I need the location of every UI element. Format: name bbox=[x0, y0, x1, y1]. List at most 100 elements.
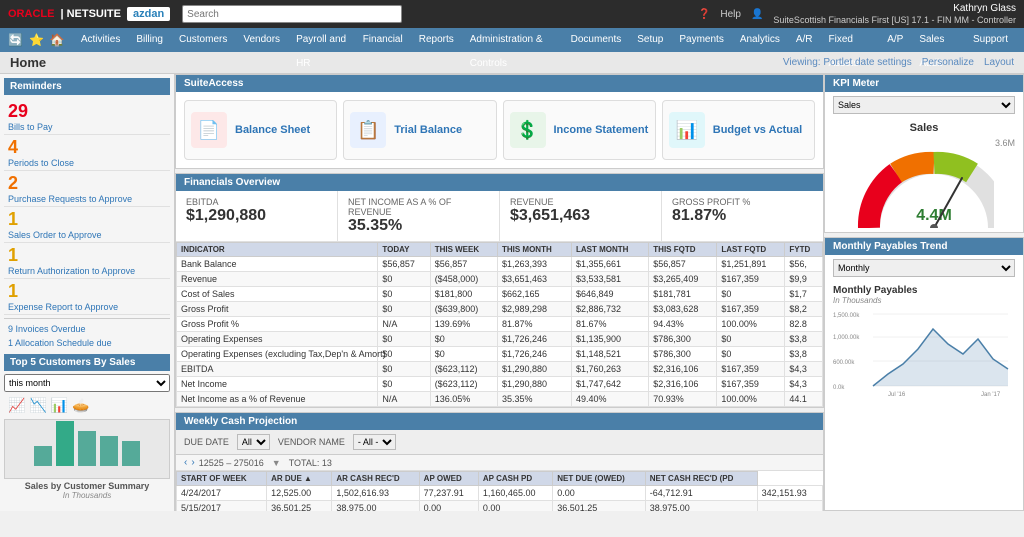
trial-balance-icon: 📋 bbox=[350, 112, 386, 148]
reminder-link-expense[interactable]: Expense Report to Approve bbox=[8, 302, 166, 312]
kpi-revenue: Revenue $3,651,463 bbox=[500, 191, 662, 241]
table-cell: 0.00 bbox=[419, 501, 478, 512]
menu-billing[interactable]: Billing bbox=[128, 28, 171, 52]
payables-select[interactable]: Monthly bbox=[833, 259, 1015, 277]
sidebar-divider-1 bbox=[4, 318, 170, 319]
layout-label[interactable]: Layout bbox=[984, 57, 1014, 68]
area-chart-icon[interactable]: 📉 bbox=[29, 397, 46, 414]
tile-balance-sheet[interactable]: 📄 Balance Sheet bbox=[184, 100, 337, 160]
svg-text:0.0k: 0.0k bbox=[833, 385, 845, 391]
center-column: SuiteAccess 📄 Balance Sheet 📋 Trial Bala… bbox=[175, 74, 824, 511]
table-cell: 100.00% bbox=[717, 392, 785, 407]
menu-activities[interactable]: Activities bbox=[73, 28, 128, 52]
menu-support[interactable]: Support bbox=[965, 28, 1016, 52]
menu-sales-audit[interactable]: Sales Audit bbox=[911, 28, 965, 52]
menu-fixed-assets[interactable]: Fixed Assets bbox=[821, 28, 880, 52]
table-cell: 139.69% bbox=[430, 317, 497, 332]
due-date-select[interactable]: All bbox=[237, 434, 270, 450]
table-cell: $1,148,521 bbox=[571, 347, 648, 362]
reminder-link-periods[interactable]: Periods to Close bbox=[8, 158, 166, 168]
user-icon: 👤 bbox=[751, 9, 763, 20]
table-cell: 70.93% bbox=[649, 392, 717, 407]
menu-customers[interactable]: Customers bbox=[171, 28, 235, 52]
col-this-month: THIS MONTH bbox=[497, 243, 571, 257]
menu-payments[interactable]: Payments bbox=[671, 28, 731, 52]
page-title: Home bbox=[10, 55, 46, 70]
tile-budget-vs-actual[interactable]: 📊 Budget vs Actual bbox=[662, 100, 815, 160]
menu-financial[interactable]: Financial bbox=[355, 28, 411, 52]
tile-income-statement[interactable]: 💲 Income Statement bbox=[503, 100, 656, 160]
table-cell: $1,747,642 bbox=[571, 377, 648, 392]
nav-prev-btn[interactable]: ‹ bbox=[184, 457, 187, 468]
table-cell: 38,975.00 bbox=[645, 501, 757, 512]
line-chart-icon[interactable]: 📈 bbox=[8, 397, 25, 414]
table-cell: $1,726,246 bbox=[497, 347, 571, 362]
reminder-link-purchase[interactable]: Purchase Requests to Approve bbox=[8, 194, 166, 204]
table-cell: EBITDA bbox=[177, 362, 378, 377]
top5-select[interactable]: this month bbox=[4, 374, 170, 392]
pie-chart-icon[interactable]: 🥧 bbox=[72, 397, 89, 414]
bar-1 bbox=[34, 446, 52, 466]
kpi-revenue-label: Revenue bbox=[510, 197, 651, 207]
cash-col-header: NET CASH REC'D (PD bbox=[645, 472, 757, 486]
table-cell: $0 bbox=[717, 287, 785, 302]
table-cell: $0 bbox=[378, 377, 430, 392]
table-cell: 35.35% bbox=[497, 392, 571, 407]
table-cell: Net Income as a % of Revenue bbox=[177, 392, 378, 407]
menu-analytics[interactable]: Analytics bbox=[732, 28, 788, 52]
search-bar[interactable] bbox=[182, 5, 402, 23]
svg-text:Jul '16: Jul '16 bbox=[888, 392, 906, 398]
col-last-month: LAST MONTH bbox=[571, 243, 648, 257]
viewing-label[interactable]: Viewing: Portlet date settings bbox=[783, 57, 912, 68]
suite-tiles: 📄 Balance Sheet 📋 Trial Balance 💲 Income… bbox=[176, 92, 823, 168]
table-row: 5/15/201736,501.2538,975.000.000.0036,50… bbox=[177, 501, 823, 512]
reminder-link-bills[interactable]: Bills to Pay bbox=[8, 122, 166, 132]
invoices-overdue[interactable]: 9 Invoices Overdue bbox=[4, 322, 170, 336]
weekly-cash-projection: Weekly Cash Projection DUE DATE All VEND… bbox=[175, 412, 824, 511]
balance-sheet-icon: 📄 bbox=[191, 112, 227, 148]
tile-trial-balance[interactable]: 📋 Trial Balance bbox=[343, 100, 496, 160]
search-input[interactable] bbox=[182, 5, 402, 23]
cash-col-header: AR CASH REC'D bbox=[332, 472, 419, 486]
table-cell: 36,501.25 bbox=[553, 501, 645, 512]
table-cell: 0.00 bbox=[478, 501, 552, 512]
vendor-name-select[interactable]: - All - bbox=[353, 434, 396, 450]
kpi-select[interactable]: Sales bbox=[833, 96, 1015, 114]
menu-ap[interactable]: A/P bbox=[879, 28, 911, 52]
nav-next-btn[interactable]: › bbox=[191, 457, 194, 468]
bar-chart-icon[interactable]: 📊 bbox=[51, 397, 68, 414]
menu-admin[interactable]: Administration & Controls bbox=[462, 28, 563, 52]
allocation-due[interactable]: 1 Allocation Schedule due bbox=[4, 336, 170, 350]
table-cell: $56,857 bbox=[430, 257, 497, 272]
fin-table-wrap: INDICATOR TODAY THIS WEEK THIS MONTH LAS… bbox=[176, 242, 823, 407]
cash-table-wrap: START OF WEEKAR DUE ▲AR CASH REC'DAP OWE… bbox=[176, 471, 823, 511]
menu-setup[interactable]: Setup bbox=[629, 28, 671, 52]
menu-ar[interactable]: A/R bbox=[788, 28, 821, 52]
gauge-container: Sales 3.6M bbox=[825, 118, 1023, 232]
menu-documents[interactable]: Documents bbox=[563, 28, 630, 52]
table-row: Gross Profit$0($639,800)$2,989,298$2,886… bbox=[177, 302, 823, 317]
table-cell: $1,760,263 bbox=[571, 362, 648, 377]
tile-label-budget-vs-actual: Budget vs Actual bbox=[713, 123, 802, 137]
income-statement-icon: 💲 bbox=[510, 112, 546, 148]
reminder-link-sales[interactable]: Sales Order to Approve bbox=[8, 230, 166, 240]
bookmark-icon[interactable]: ⭐ bbox=[29, 33, 44, 47]
reminder-link-return[interactable]: Return Authorization to Approve bbox=[8, 266, 166, 276]
table-cell: 0.00 bbox=[553, 486, 645, 501]
menu-reports[interactable]: Reports bbox=[411, 28, 462, 52]
menu-payroll[interactable]: Payroll and HR bbox=[288, 28, 355, 52]
refresh-icon[interactable]: 🔄 bbox=[8, 33, 23, 47]
col-today: TODAY bbox=[378, 243, 430, 257]
table-cell: $3,083,628 bbox=[649, 302, 717, 317]
reminder-number-purchase: 2 bbox=[8, 173, 166, 194]
mini-bars bbox=[5, 420, 169, 470]
table-row: Net Income$0($623,112)$1,290,880$1,747,6… bbox=[177, 377, 823, 392]
table-cell: 100.00% bbox=[717, 317, 785, 332]
table-cell: $1,135,900 bbox=[571, 332, 648, 347]
menu-vendors[interactable]: Vendors bbox=[235, 28, 288, 52]
personalize-label[interactable]: Personalize bbox=[922, 57, 974, 68]
table-cell: $8,2 bbox=[785, 302, 823, 317]
home-icon[interactable]: 🏠 bbox=[50, 33, 65, 47]
reminder-purchase: 2 Purchase Requests to Approve bbox=[4, 171, 170, 207]
table-cell: 136.05% bbox=[430, 392, 497, 407]
